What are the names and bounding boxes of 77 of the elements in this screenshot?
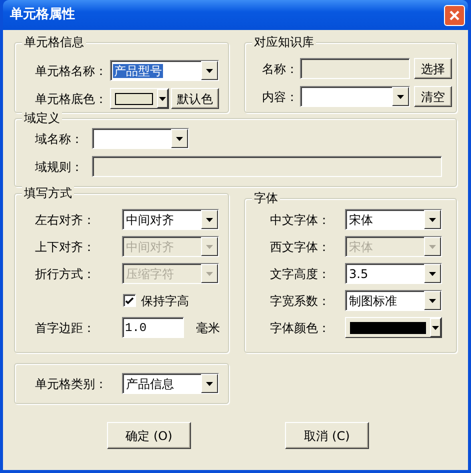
field-label: 文字高度：: [270, 266, 331, 282]
caret-icon: [429, 218, 436, 222]
dropdown-field[interactable]: 3.5: [345, 263, 442, 284]
dropdown-value: 产品型号: [113, 64, 163, 78]
caret-icon: [206, 244, 213, 248]
field-label: 域规则：: [35, 158, 84, 176]
caret-icon: [206, 218, 213, 222]
caret-icon: [432, 326, 439, 330]
dropdown-field[interactable]: 产品信息: [122, 373, 219, 394]
dropdown-value: 压缩字符: [125, 266, 175, 280]
color-picker[interactable]: [345, 317, 442, 338]
caret-icon: [429, 298, 436, 302]
caret-icon: [206, 68, 213, 72]
dropdown-arrow-button[interactable]: [171, 129, 188, 148]
dropdown-value: 宋体: [348, 212, 374, 226]
dropdown-arrow-button[interactable]: [201, 374, 218, 393]
field-label: 单元格类别：: [35, 376, 108, 392]
text-field[interactable]: 1.0: [122, 317, 184, 338]
field-label: 字体颜色：: [270, 320, 331, 336]
checkbox[interactable]: [123, 294, 136, 307]
caret-icon: [206, 382, 213, 386]
caret-icon: [159, 96, 166, 100]
dropdown-arrow-button[interactable]: [430, 318, 441, 337]
dropdown-arrow-button[interactable]: [201, 61, 218, 80]
push-button[interactable]: 选择: [414, 58, 452, 79]
caret-icon: [206, 272, 213, 276]
field-label: 中文字体：: [270, 212, 331, 228]
group-title: 域定义: [22, 110, 62, 126]
window-title: 单元格属性: [10, 6, 75, 24]
field-label: 单元格底色：: [35, 90, 108, 108]
dropdown-arrow-button[interactable]: [392, 87, 409, 106]
push-button[interactable]: 确定 (O): [107, 422, 191, 449]
dropdown-arrow-button[interactable]: [157, 89, 168, 108]
dropdown-field[interactable]: 中间对齐: [122, 209, 219, 230]
field-label: 单元格名称：: [35, 62, 108, 80]
field-label: 左右对齐：: [35, 212, 96, 228]
field-label: 名称：: [262, 60, 299, 78]
push-button[interactable]: 默认色: [171, 88, 219, 109]
dropdown-field[interactable]: 制图标准: [345, 290, 442, 311]
field-label: 折行方式：: [35, 266, 96, 282]
group-title: 字体: [252, 190, 280, 206]
dropdown-value: 宋体: [348, 240, 374, 254]
dropdown-value: 中间对齐: [125, 212, 175, 226]
field-label: 首字边距：: [35, 320, 96, 336]
dropdown-field[interactable]: [92, 128, 189, 149]
dropdown-arrow-button[interactable]: [424, 291, 441, 310]
field-label: 上下对齐：: [35, 238, 96, 256]
field-label: 内容：: [262, 88, 299, 106]
dropdown-field[interactable]: 产品型号: [110, 60, 219, 81]
push-button[interactable]: 清空: [414, 86, 452, 107]
field-label: 域名称：: [35, 130, 84, 148]
color-picker[interactable]: [110, 88, 169, 109]
checkmark-icon: [125, 296, 134, 304]
caret-icon: [397, 94, 404, 98]
close-button[interactable]: [444, 4, 465, 26]
group-title: 单元格信息: [22, 34, 86, 50]
caret-icon: [429, 272, 436, 276]
field-label: 西文字体：: [270, 238, 331, 256]
dropdown-value: 中间对齐: [125, 240, 175, 254]
field-value: 1.0: [125, 320, 147, 336]
dropdown-arrow-button[interactable]: [201, 210, 218, 229]
field-label: 字宽系数：: [270, 292, 331, 310]
dropdown-value: 产品信息: [125, 376, 175, 390]
close-icon: [449, 10, 460, 20]
caret-icon: [429, 244, 436, 248]
dropdown-field[interactable]: [300, 86, 410, 107]
checkbox-label: 保持字高: [141, 292, 189, 310]
group-title: 对应知识库: [252, 34, 316, 50]
dropdown-arrow-button[interactable]: [424, 210, 441, 229]
unit-label: 毫米: [196, 320, 220, 336]
caret-icon: [176, 136, 183, 140]
dropdown-arrow-button[interactable]: [424, 264, 441, 283]
dropdown-value: 制图标准: [348, 294, 398, 308]
push-button[interactable]: 取消 (C): [285, 422, 369, 449]
dropdown-field[interactable]: 宋体: [345, 209, 442, 230]
group-title: 填写方式: [22, 185, 74, 201]
dropdown-value: 3.5: [348, 266, 370, 280]
